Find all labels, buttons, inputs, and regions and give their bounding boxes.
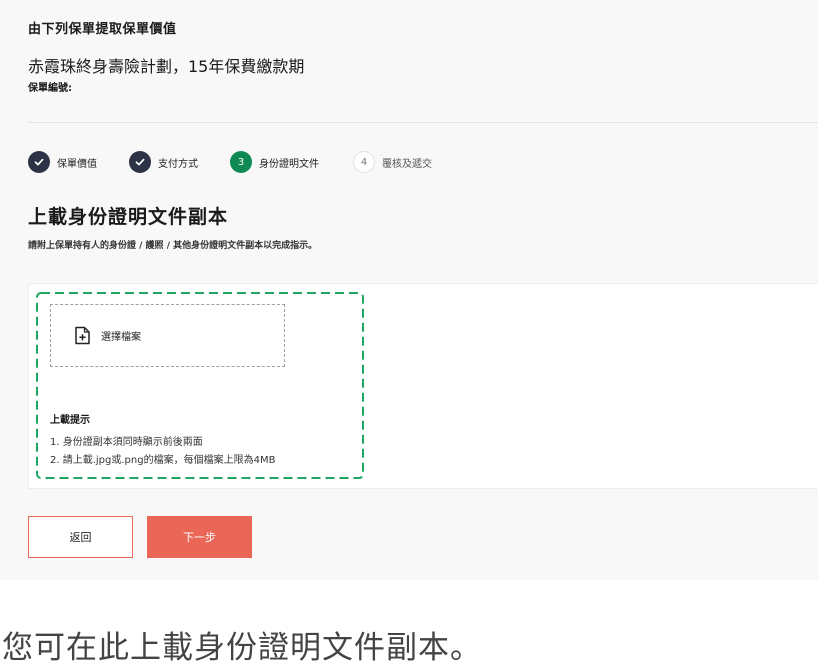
- upload-title: 上載身份證明文件副本: [28, 206, 229, 228]
- divider: [28, 122, 818, 123]
- upload-hint-item: 2. 請上載.jpg或.png的檔案，每個檔案上限為4MB: [50, 455, 276, 466]
- section-heading: 由下列保單提取保單價值: [28, 22, 177, 37]
- step-label: 覆核及遞交: [382, 158, 432, 170]
- choose-file-label: 選擇檔案: [101, 332, 141, 343]
- choose-file-button[interactable]: 選擇檔案: [50, 304, 285, 367]
- step-review-submit: 4 覆核及遞交: [353, 151, 432, 173]
- upload-description: 請附上保單持有人的身份證 / 護照 / 其他身份證明文件副本以完成指示。: [28, 241, 318, 251]
- step-label: 支付方式: [158, 158, 198, 170]
- step-number: 3: [230, 151, 252, 173]
- step-number: 4: [353, 151, 375, 173]
- step-id-document: 3 身份證明文件: [230, 151, 319, 173]
- plan-name: 赤霞珠終身壽險計劃，15年保費繳款期: [28, 57, 305, 76]
- caption: 您可在此上載身份證明文件副本。: [2, 630, 482, 661]
- step-label: 身份證明文件: [259, 158, 319, 170]
- step-done-check-icon: [129, 151, 151, 173]
- policy-number-label: 保單編號:: [28, 83, 72, 94]
- file-add-icon: [75, 326, 90, 345]
- step-done-check-icon: [28, 151, 50, 173]
- step-payment-method: 支付方式: [129, 151, 198, 173]
- step-policy-value: 保單價值: [28, 151, 97, 173]
- next-button[interactable]: 下一步: [147, 516, 252, 558]
- upload-hint-title: 上載提示: [50, 415, 90, 426]
- back-button[interactable]: 返回: [28, 516, 133, 558]
- page-panel: 由下列保單提取保單價值 赤霞珠終身壽險計劃，15年保費繳款期 保單編號: 保單價…: [0, 0, 818, 580]
- upload-hint-item: 1. 身份證副本須同時顯示前後兩面: [50, 437, 203, 448]
- step-label: 保單價值: [57, 158, 97, 170]
